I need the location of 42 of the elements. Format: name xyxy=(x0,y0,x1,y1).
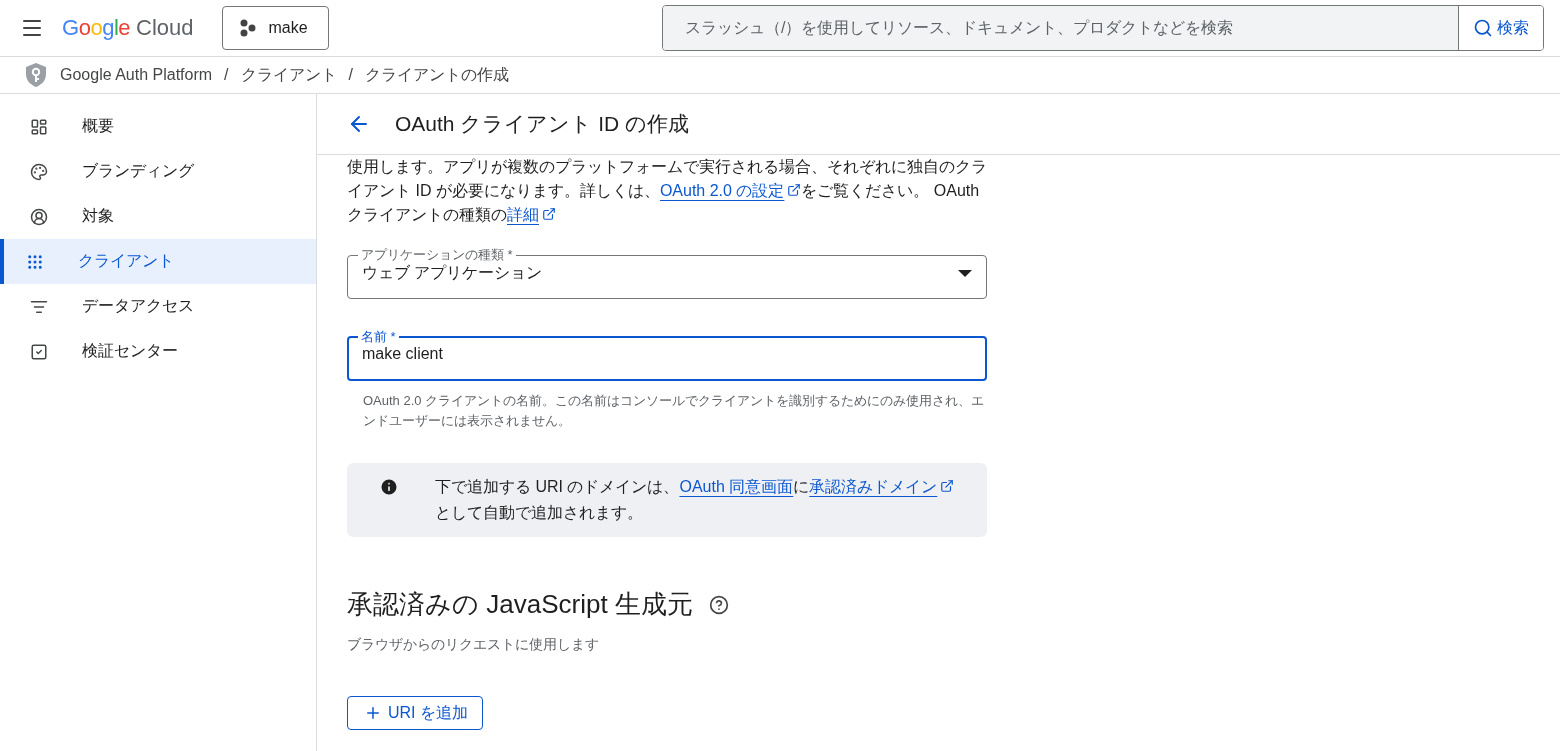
sidebar-item[interactable]: 検証センター xyxy=(0,329,316,374)
text-link[interactable]: OAuth 同意画面 xyxy=(679,478,794,495)
notice-text: 下で追加する URI のドメインは、OAuth 同意画面に承認済みドメイン として自動で追加されます。 xyxy=(435,474,957,526)
shield-key-icon xyxy=(24,62,48,88)
breadcrumb-link[interactable]: クライアント xyxy=(240,64,337,86)
page-title: OAuth クライアント ID の作成 xyxy=(395,111,690,137)
text-link[interactable]: 承認済みドメイン xyxy=(809,478,955,495)
sidebar-item[interactable]: ブランディング xyxy=(0,149,316,194)
text-link[interactable]: OAuth 2.0 の設定 xyxy=(659,182,802,199)
grid-icon xyxy=(26,252,44,271)
external-link-icon xyxy=(542,207,556,221)
search-button[interactable]: 検索 xyxy=(1458,6,1543,50)
help-icon[interactable] xyxy=(708,594,729,615)
sidebar-item[interactable]: クライアント xyxy=(0,239,316,284)
breadcrumb-link[interactable]: Google Auth Platform xyxy=(60,66,213,84)
breadcrumb-link[interactable]: クライアントの作成 xyxy=(365,64,509,86)
checkbox-icon xyxy=(30,342,48,361)
sidebar-item[interactable]: 対象 xyxy=(0,194,316,239)
external-link-icon xyxy=(940,479,955,493)
add-uri-button[interactable]: URI を追加 xyxy=(347,696,483,730)
sidebar-item[interactable]: データアクセス xyxy=(0,284,316,329)
intro-paragraph: 使用します。アプリが複数のプラットフォームで実行される場合、それぞれに独自のクライアント ID が必要になります。詳しくは、OAuth 2.0 の設定 をご覧ください。 OAuth クライアントの種類の詳細 xyxy=(347,157,987,225)
sidebar-item[interactable]: 概要 xyxy=(0,104,316,149)
logo[interactable]: Google Cloud xyxy=(62,15,194,41)
section-subtitle: ブラウザからのリクエストに使用します xyxy=(347,636,600,654)
text-link[interactable]: 詳細 xyxy=(507,206,556,223)
section-title: 承認済みの JavaScript 生成元 xyxy=(347,588,693,621)
dashboard-icon xyxy=(30,117,48,136)
helper-text: OAuth 2.0 クライアントの名前。この名前はコンソールでクライアントを識別するためにのみ使用され、エンドユーザーには表示されません。 xyxy=(363,392,986,430)
palette-icon xyxy=(30,162,48,181)
breadcrumb-separator: / xyxy=(348,66,353,84)
external-link-icon xyxy=(787,183,802,197)
caret-icon xyxy=(958,269,972,278)
breadcrumb-separator: / xyxy=(224,66,229,84)
search-icon xyxy=(1473,18,1493,38)
search-field[interactable]: スラッシュ（/）を使用してリソース、ドキュメント、プロダクトなどを検索 検索 xyxy=(662,5,1544,51)
person-icon xyxy=(30,207,48,226)
application-type-dropdown[interactable]: アプリケーションの種類 * ウェブ アプリケーション xyxy=(347,247,987,299)
info-icon xyxy=(379,477,399,497)
name-input-field[interactable]: 名前 * make client xyxy=(347,329,987,381)
project-selector[interactable]: make xyxy=(221,6,329,50)
plus-icon xyxy=(364,704,382,722)
